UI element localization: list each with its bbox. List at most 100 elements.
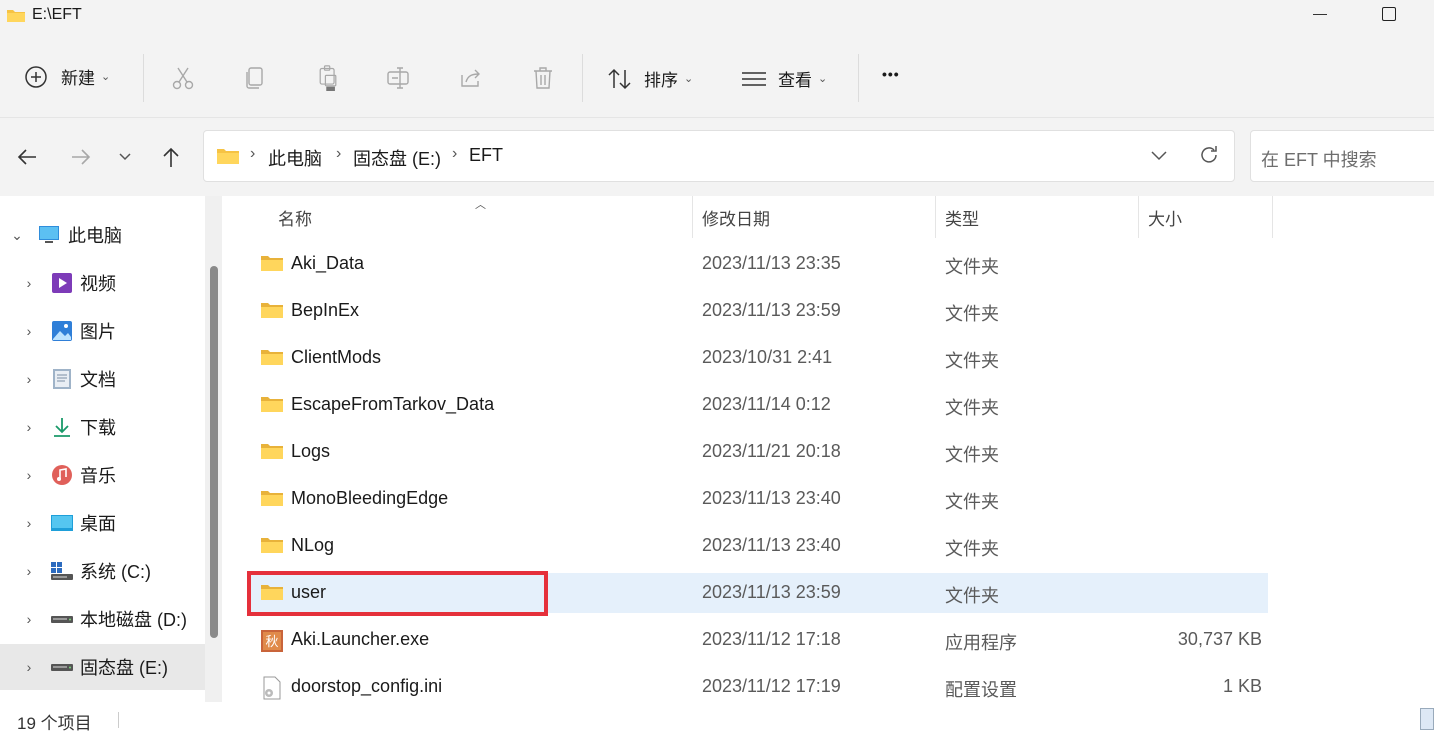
- sidebar-item-videos[interactable]: › 视频: [0, 260, 205, 306]
- minimize-button[interactable]: [1313, 14, 1327, 15]
- breadcrumb-separator: ›: [250, 145, 256, 162]
- drive-icon: [51, 664, 73, 671]
- sort-icon: [608, 68, 631, 89]
- folder-icon: [260, 535, 284, 555]
- folder-icon: [7, 10, 25, 22]
- column-header-name[interactable]: 名称: [278, 196, 312, 238]
- recent-locations-button[interactable]: [110, 142, 140, 172]
- file-name: Aki_Data: [291, 253, 365, 273]
- folder-icon: [260, 253, 284, 273]
- divider: [582, 54, 583, 102]
- command-bar: 新建 ⌄ 排序 ⌄ 查看 ⌄ •••: [0, 32, 1434, 118]
- breadcrumb-separator: ›: [336, 145, 342, 162]
- sidebar-item-this-pc[interactable]: ⌄ 此电脑: [0, 212, 205, 258]
- view-button[interactable]: 查看 ⌄: [741, 66, 827, 91]
- sidebar-item-drive-c[interactable]: › 系统 (C:): [0, 548, 205, 594]
- sidebar-item-label: 图片: [80, 322, 116, 342]
- sidebar-item-label: 下载: [80, 418, 116, 438]
- breadcrumb-eft[interactable]: EFT: [469, 145, 503, 166]
- details-view-icon[interactable]: [1420, 708, 1434, 730]
- share-icon[interactable]: [458, 65, 484, 91]
- file-name: Aki.Launcher.exe: [291, 629, 430, 649]
- column-divider[interactable]: [1138, 196, 1139, 238]
- sidebar-scrollbar-thumb[interactable]: [210, 266, 218, 638]
- sidebar-item-drive-d[interactable]: › 本地磁盘 (D:): [0, 596, 205, 642]
- chevron-down-icon: ⌄: [684, 73, 694, 85]
- navigation-pane: ⌄ 此电脑 › 视频 › 图片 › 文档 › 下载 › 音乐 › 桌面 › 系统…: [0, 196, 222, 702]
- item-count: 19 个项目: [17, 714, 92, 733]
- file-date: 2023/11/13 23:40: [702, 535, 841, 555]
- breadcrumb-this-pc[interactable]: 此电脑: [268, 145, 322, 171]
- file-row[interactable]: EscapeFromTarkov_Data 2023/11/14 0:12 文件夹: [248, 385, 1268, 425]
- back-button[interactable]: [12, 142, 42, 172]
- chevron-down-icon: ⌄: [818, 73, 828, 85]
- file-row[interactable]: NLog 2023/11/13 23:40 文件夹: [248, 526, 1268, 566]
- sidebar-item-drive-e[interactable]: › 固态盘 (E:): [0, 644, 205, 690]
- sidebar-item-label: 固态盘 (E:): [80, 658, 168, 678]
- sidebar-item-documents[interactable]: › 文档: [0, 356, 205, 402]
- chevron-right-icon[interactable]: ›: [23, 611, 35, 627]
- file-date: 2023/11/21 20:18: [702, 441, 841, 461]
- chevron-right-icon[interactable]: ›: [23, 659, 35, 675]
- column-header-date[interactable]: 修改日期: [702, 196, 770, 238]
- file-row[interactable]: Logs 2023/11/21 20:18 文件夹: [248, 432, 1268, 472]
- chevron-right-icon[interactable]: ›: [23, 419, 35, 435]
- file-date: 2023/11/14 0:12: [702, 394, 831, 414]
- file-row[interactable]: doorstop_config.ini 2023/11/12 17:19 配置设置 1…: [248, 667, 1268, 707]
- picture-icon: [52, 321, 72, 341]
- file-size: 1 KB: [1222, 676, 1262, 696]
- sidebar-item-label: 文档: [80, 370, 116, 390]
- file-date: 2023/11/13 23:35: [702, 253, 841, 273]
- delete-icon[interactable]: [530, 65, 556, 91]
- column-header-type[interactable]: 类型: [945, 196, 979, 238]
- chevron-down-icon[interactable]: [1150, 150, 1168, 162]
- file-row[interactable]: ClientMods 2023/10/31 2:41 文件夹: [248, 338, 1268, 378]
- column-header-size[interactable]: 大小: [1148, 196, 1182, 238]
- breadcrumb-drive-e[interactable]: 固态盘 (E:): [353, 145, 441, 171]
- chevron-right-icon[interactable]: ›: [23, 323, 35, 339]
- document-icon: [53, 369, 71, 389]
- forward-button[interactable]: [66, 142, 96, 172]
- refresh-icon[interactable]: [1198, 144, 1220, 166]
- chevron-down-icon[interactable]: ⌄: [11, 227, 23, 244]
- sidebar-item-label: 系统 (C:): [80, 562, 151, 582]
- chevron-right-icon[interactable]: ›: [23, 563, 35, 579]
- desktop-icon: [51, 515, 73, 531]
- maximize-button[interactable]: [1382, 7, 1396, 21]
- file-row[interactable]: Aki_Data 2023/11/13 23:35 文件夹: [248, 244, 1268, 284]
- file-row[interactable]: BepInEx 2023/11/13 23:59 文件夹: [248, 291, 1268, 331]
- sidebar-item-desktop[interactable]: › 桌面: [0, 500, 205, 546]
- address-bar[interactable]: › 此电脑 › 固态盘 (E:) › EFT: [203, 130, 1235, 182]
- copy-icon[interactable]: [242, 65, 268, 91]
- chevron-right-icon[interactable]: ›: [23, 467, 35, 483]
- sidebar-item-label: 本地磁盘 (D:): [80, 610, 187, 630]
- sidebar-item-pictures[interactable]: › 图片: [0, 308, 205, 354]
- rename-icon[interactable]: [386, 65, 412, 91]
- folder-icon: [217, 149, 239, 164]
- address-row: › 此电脑 › 固态盘 (E:) › EFT 在 EFT 中搜索: [0, 118, 1434, 196]
- search-input[interactable]: 在 EFT 中搜索: [1250, 130, 1434, 182]
- cut-icon[interactable]: [170, 65, 196, 91]
- window-title: E:\EFT: [32, 6, 82, 23]
- chevron-right-icon[interactable]: ›: [23, 515, 35, 531]
- sort-button[interactable]: 排序 ⌄: [607, 66, 693, 91]
- chevron-right-icon[interactable]: ›: [23, 371, 35, 387]
- paste-icon[interactable]: [315, 65, 341, 91]
- file-row[interactable]: MonoBleedingEdge 2023/11/13 23:40 文件夹: [248, 479, 1268, 519]
- folder-icon: [260, 488, 284, 508]
- column-divider[interactable]: [692, 196, 693, 238]
- column-divider[interactable]: [1272, 196, 1273, 238]
- column-divider[interactable]: [935, 196, 936, 238]
- up-button[interactable]: [156, 142, 186, 172]
- file-row[interactable]: 秋 Aki.Launcher.exe 2023/11/12 17:18 应用程序 30,…: [248, 620, 1268, 660]
- sidebar-item-music[interactable]: › 音乐: [0, 452, 205, 498]
- sidebar-item-downloads[interactable]: › 下载: [0, 404, 205, 450]
- file-type: 文件夹: [945, 445, 999, 465]
- new-button[interactable]: 新建 ⌄: [24, 64, 110, 89]
- more-options-button[interactable]: •••: [882, 66, 900, 82]
- file-date: 2023/11/13 23:40: [702, 488, 841, 508]
- file-date: 2023/10/31 2:41: [702, 347, 833, 367]
- file-type: 应用程序: [945, 633, 1017, 653]
- divider: [143, 54, 144, 102]
- chevron-right-icon[interactable]: ›: [23, 275, 35, 291]
